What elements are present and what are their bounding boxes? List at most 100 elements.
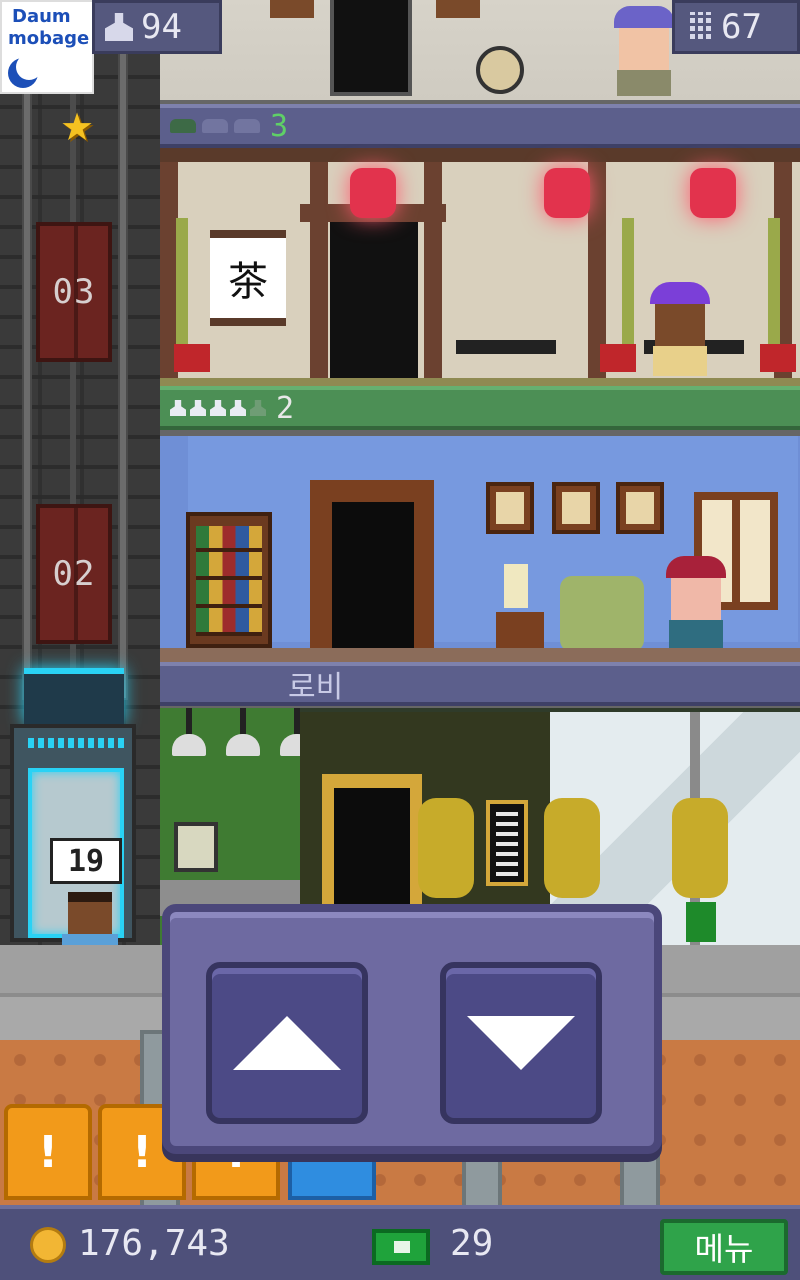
character-hat [614, 6, 674, 28]
tea-pot-icon [170, 119, 196, 133]
shaft-rail-right [118, 0, 128, 700]
resident-icons [170, 400, 266, 416]
ceiling-lamp-icon [226, 708, 260, 758]
lantern-icon [690, 168, 736, 218]
building-icon [687, 12, 713, 42]
armchair [560, 576, 644, 652]
population-counter[interactable]: 94 [92, 0, 222, 54]
picture-frame [552, 482, 600, 534]
shaft-door-floor-3: 03 [36, 222, 112, 362]
coins-value: 176,743 [78, 1223, 230, 1264]
directory-board [486, 800, 528, 886]
passenger-head [68, 892, 112, 934]
floor-tea-house[interactable]: 茶 [160, 148, 800, 386]
elevator-down-button[interactable] [440, 962, 602, 1124]
menu-button[interactable]: 메뉴 [660, 1219, 788, 1275]
character-head [619, 28, 669, 70]
resident-icon [170, 400, 186, 416]
resident-icon [250, 400, 266, 416]
passenger-destination-bubble: 19 [50, 838, 122, 884]
logo-text: Daum [12, 6, 71, 27]
lantern-icon [544, 168, 590, 218]
floor-bar-tea[interactable]: 3 [160, 104, 800, 148]
logo-text: mobage [8, 28, 90, 49]
resident-icon [230, 400, 246, 416]
atm-icon [174, 822, 218, 872]
clock-icon [476, 46, 524, 94]
wood-post [424, 162, 442, 382]
lantern-icon [350, 168, 396, 218]
bux-icon[interactable] [372, 1229, 430, 1265]
floor-door [330, 0, 412, 96]
tree-pot [686, 902, 716, 942]
elevator-top [24, 668, 124, 724]
floor-line [160, 648, 800, 662]
floor-apartment[interactable] [160, 436, 800, 662]
lamp-icon [504, 564, 528, 608]
shaft-door-floor-2: 02 [36, 504, 112, 644]
floor-counter[interactable]: 67 [672, 0, 800, 54]
potted-tree [418, 798, 474, 898]
alert-tab[interactable]: ! [4, 1104, 92, 1200]
planter [600, 344, 636, 372]
shaft-floor-label: 02 [52, 554, 96, 594]
elevator-up-button[interactable] [206, 962, 368, 1124]
character-body [653, 346, 707, 376]
tea-pot-icon [234, 119, 260, 133]
shaft-floor-label: 03 [52, 272, 96, 312]
bux-value: 29 [450, 1223, 494, 1264]
floors-value: 67 [721, 7, 762, 47]
coin-icon [30, 1227, 66, 1263]
stock-icons [170, 119, 260, 133]
character-body [617, 70, 671, 96]
character-head [671, 578, 721, 620]
floor-bar-lobby[interactable]: 로비 [160, 662, 800, 706]
planter [760, 344, 796, 372]
potted-tree [672, 798, 728, 898]
floor-door [332, 502, 414, 652]
floor-door [330, 222, 418, 382]
floor-stock-label: 3 [270, 108, 289, 144]
bookshelf [186, 512, 272, 648]
floor-line [160, 378, 800, 386]
picture-frame [436, 0, 480, 18]
resident-icon [190, 400, 206, 416]
tea-scroll: 茶 [210, 230, 286, 326]
elevator-cabin: 19 [10, 724, 136, 974]
up-arrow-icon [233, 1016, 341, 1070]
elevator-car[interactable]: 19 [10, 668, 136, 974]
bottom-bar: 176,743 29 메뉴 [0, 1205, 800, 1280]
mobage-logo[interactable]: Daum mobage [0, 0, 94, 94]
potted-tree [544, 798, 600, 898]
lobby-label: 로비 [288, 670, 344, 705]
picture-frame [616, 482, 664, 534]
character-cap [650, 282, 710, 304]
planter [174, 344, 210, 372]
population-value: 94 [141, 7, 182, 47]
floor-resident-label: 2 [276, 390, 295, 426]
person-icon [105, 13, 133, 41]
floor-bar-apartment[interactable]: 2 [160, 386, 800, 430]
wood-post [310, 162, 328, 382]
resident-character[interactable] [666, 556, 726, 650]
character-body [669, 620, 723, 650]
elevator-interior: 19 [28, 768, 124, 974]
ceiling-beam [160, 148, 800, 162]
picture-frame [270, 0, 314, 18]
down-arrow-icon [467, 1016, 575, 1070]
tea-table [456, 340, 556, 354]
resident-character[interactable] [614, 6, 674, 96]
resident-icon [210, 400, 226, 416]
elevator-control-panel [162, 904, 662, 1154]
moon-icon [8, 54, 42, 88]
ceiling-lamp-icon [172, 708, 206, 758]
side-table [496, 612, 544, 648]
picture-frame [486, 482, 534, 534]
star-icon[interactable]: ★ [58, 108, 96, 146]
elevator-lights [28, 738, 124, 748]
customer-character[interactable] [650, 282, 710, 376]
shaft-rail-left [22, 0, 32, 700]
tea-pot-icon [202, 119, 228, 133]
tower: 3 茶 2 로비 [160, 0, 800, 945]
character-head [655, 304, 705, 346]
